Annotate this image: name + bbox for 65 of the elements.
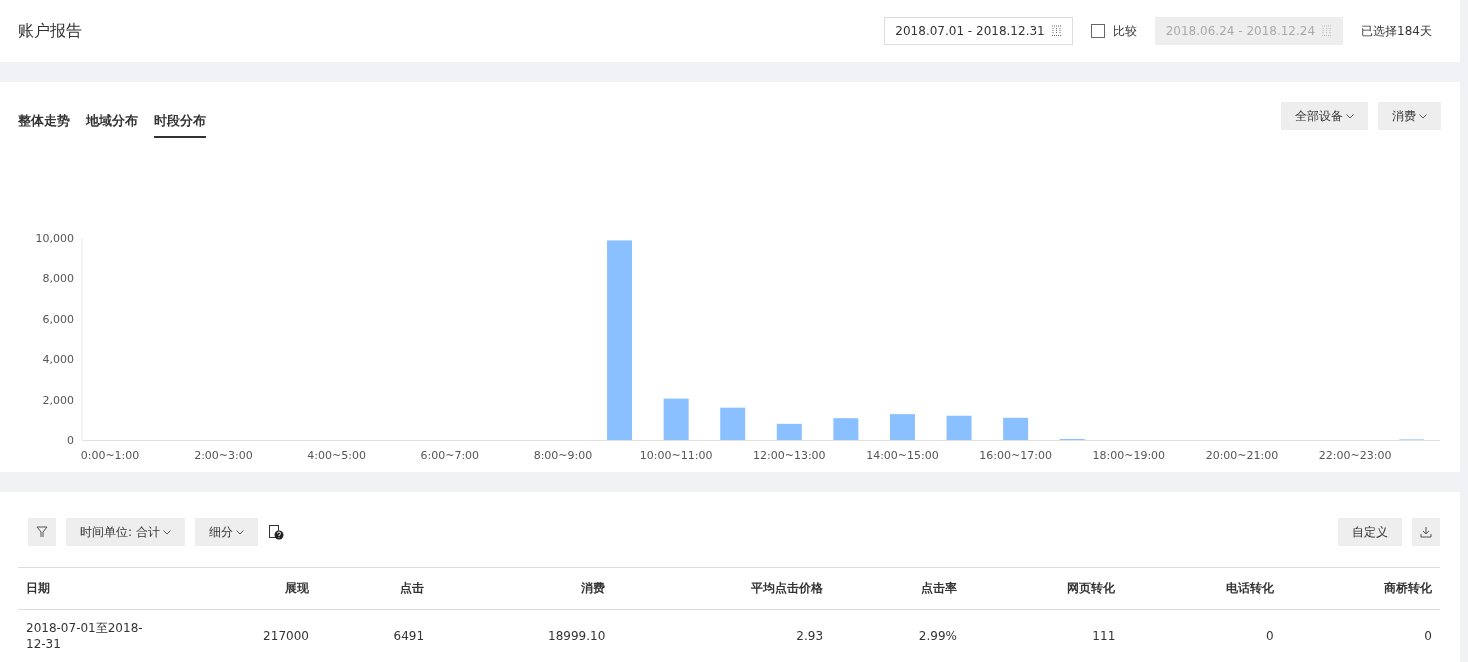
selected-days-text: 已选择184天 [1361, 22, 1432, 40]
download-icon [1420, 526, 1432, 538]
tab[interactable]: 时段分布 [154, 112, 206, 138]
breakdown-dropdown[interactable]: 细分 [194, 518, 258, 546]
calendar-icon [1321, 25, 1333, 36]
bar [833, 418, 859, 440]
dropdown-button[interactable]: 消费 [1378, 102, 1441, 130]
column-header: 点击 [316, 567, 433, 610]
help-document-icon[interactable] [267, 524, 284, 540]
y-axis-label: 6,000 [42, 312, 74, 326]
table-cell: 2.99% [831, 609, 965, 661]
tab[interactable]: 地域分布 [86, 112, 138, 136]
column-header: 点击率 [831, 567, 965, 610]
column-header: 展现 [164, 567, 317, 610]
chevron-down-icon [162, 529, 171, 535]
compare-checkbox[interactable] [1090, 24, 1105, 38]
bar [889, 414, 915, 440]
table-cell: 111 [964, 609, 1124, 661]
y-axis-label: 10,000 [35, 232, 74, 245]
date-range-field[interactable]: 2018.07.01 - 2018.12.31 [884, 17, 1073, 45]
y-axis-label: 0 [67, 434, 74, 447]
calendar-icon [1050, 25, 1062, 36]
tab[interactable]: 整体走势 [18, 112, 70, 136]
x-axis-label: 6:00~7:00 [420, 449, 480, 462]
x-axis-label: 22:00~23:00 [1318, 449, 1392, 462]
chevron-down-icon [235, 529, 244, 535]
column-header: 电话转化 [1123, 567, 1282, 610]
x-axis-label: 14:00~15:00 [866, 449, 939, 462]
table-cell: 217000 [164, 609, 317, 661]
bar [946, 415, 972, 440]
column-header: 日期 [18, 567, 164, 610]
y-axis-label: 4,000 [42, 353, 74, 367]
x-axis-label: 12:00~13:00 [753, 449, 826, 462]
page-title: 账户报告 [18, 20, 82, 42]
chevron-down-icon [1346, 113, 1354, 119]
x-axis-label: 16:00~17:00 [979, 449, 1052, 462]
chevron-down-icon [1419, 113, 1427, 119]
bar [1003, 417, 1029, 440]
bar [720, 407, 746, 440]
compare-label: 比较 [1112, 22, 1137, 40]
column-header: 消费 [432, 567, 614, 610]
y-axis-label: 2,000 [42, 393, 74, 407]
y-axis-label: 8,000 [42, 272, 74, 286]
table-cell: 18999.10 [432, 609, 614, 661]
table-cell: 0 [1281, 609, 1440, 661]
x-axis-label: 20:00~21:00 [1205, 449, 1279, 462]
table-cell: 2018-07-01至2018-12-31 [18, 609, 164, 661]
dropdown-button[interactable]: 全部设备 [1281, 102, 1368, 130]
table-cell: 6491 [316, 609, 433, 661]
x-axis-label: 0:00~1:00 [80, 449, 140, 462]
customize-button[interactable]: 自定义 [1338, 518, 1402, 546]
filter-icon [36, 526, 48, 538]
time-unit-dropdown[interactable]: 时间单位: 合计 [66, 518, 185, 546]
x-axis-label: 18:00~19:00 [1092, 449, 1166, 462]
bar [776, 423, 802, 440]
table-cell: 0 [1123, 609, 1282, 661]
x-axis-label: 8:00~9:00 [533, 449, 593, 462]
column-header: 平均点击价格 [613, 567, 832, 610]
table-cell: 2.93 [613, 609, 832, 661]
x-axis-label: 2:00~3:00 [194, 449, 253, 462]
x-axis-label: 4:00~5:00 [307, 449, 366, 462]
column-header: 商桥转化 [1281, 567, 1440, 610]
bar [663, 398, 689, 440]
x-axis-label: 10:00~11:00 [639, 449, 713, 462]
column-header: 网页转化 [964, 567, 1124, 610]
